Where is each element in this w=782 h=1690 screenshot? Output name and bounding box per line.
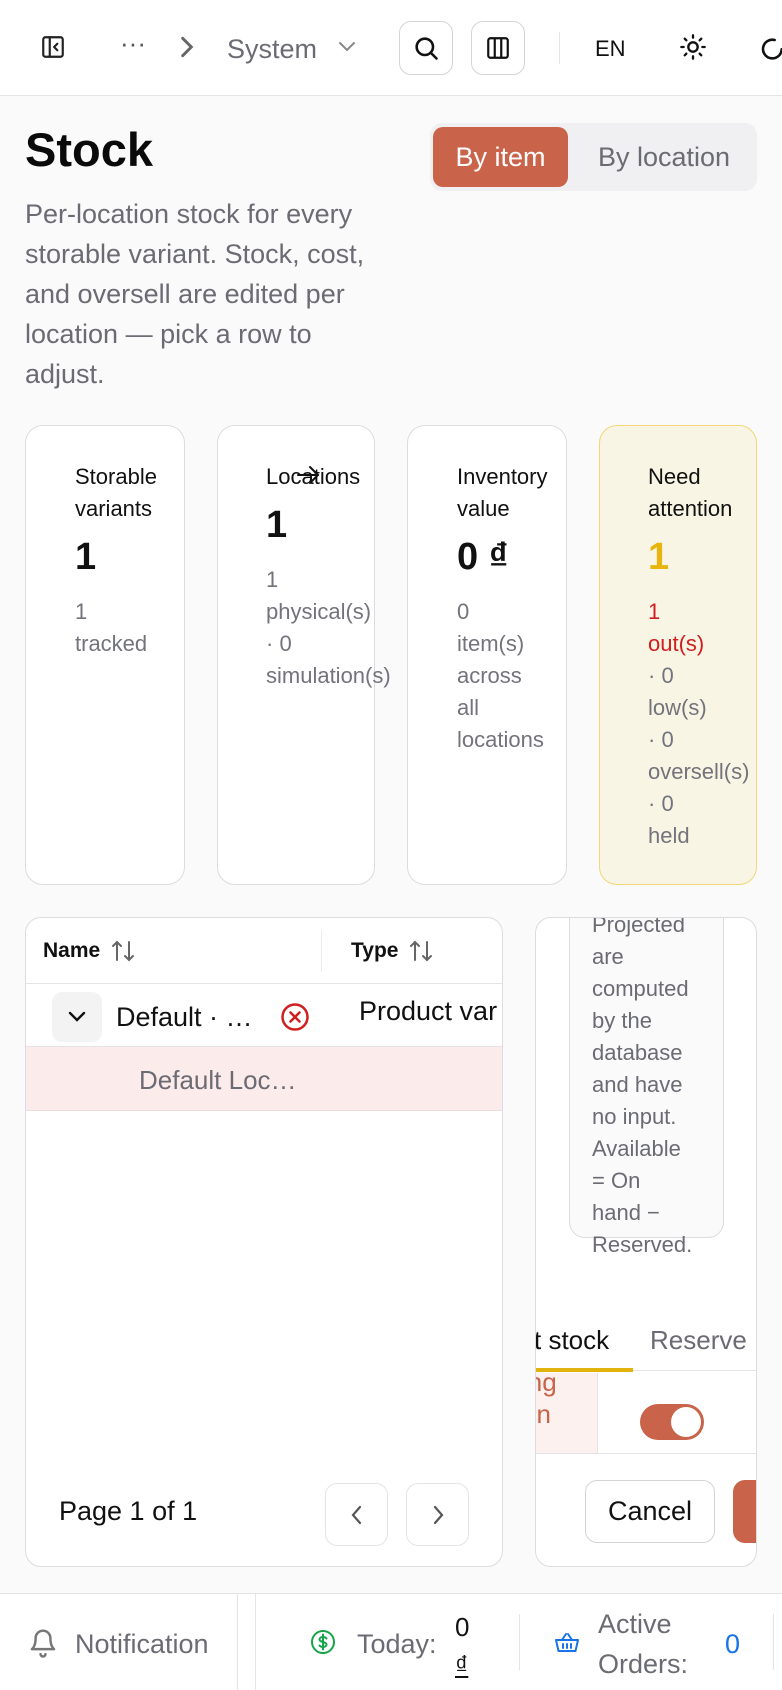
column-divider — [321, 930, 322, 972]
row-name: Default · … — [116, 1002, 253, 1032]
stock-table: Name Type Default · … Product var Defaul… — [25, 917, 503, 1567]
stat-label: Inventory value — [457, 464, 548, 521]
divider — [255, 1594, 256, 1690]
tab-current-stock[interactable]: t stock — [536, 1325, 609, 1356]
active-tab-indicator — [536, 1368, 633, 1372]
sort-icon — [410, 940, 433, 961]
chevron-left-icon — [351, 1505, 361, 1524]
table-row[interactable]: Default · … Product var — [26, 983, 502, 1047]
divider — [237, 1594, 238, 1690]
save-button[interactable] — [733, 1480, 756, 1543]
adjust-stock-panel: Projected are computed by the database and h… — [535, 917, 757, 1567]
stat-card-locations: Locations 1 1 physical(s) · 0 simulation(s) — [217, 425, 391, 885]
next-page-button[interactable] — [406, 1483, 469, 1546]
chevron-down-icon[interactable] — [338, 40, 356, 58]
row-name: Default Loc… — [139, 1065, 297, 1095]
stat-card-need-attention: Need attention 1 1 out(s) · 0 low(s) · 0 ov… — [599, 425, 757, 885]
chevron-right-icon — [433, 1505, 443, 1524]
expand-row-button[interactable] — [52, 992, 102, 1042]
stat-card-inventory-value: Inventory value 0 ₫ 0 item(s) across all loca… — [407, 425, 567, 885]
oversell-toggle[interactable] — [640, 1404, 704, 1440]
page-title: Stock — [25, 123, 153, 176]
chevron-down-icon — [68, 1011, 86, 1022]
stat-label: Need attention — [648, 464, 733, 521]
info-note-text: Projected are computed by the database and h… — [592, 917, 693, 1257]
cancel-button[interactable]: Cancel — [585, 1480, 715, 1543]
chevron-right-icon — [178, 34, 196, 65]
top-bar: ··· System EN — [0, 0, 782, 96]
pagination-label: Page 1 of 1 — [59, 1496, 198, 1526]
page-description: Per-location stock for every storable va… — [25, 199, 365, 389]
info-note: Projected are computed by the database and h… — [569, 918, 724, 1257]
stat-value: 1 — [75, 536, 97, 578]
stat-sub: 0 item(s) across all locations — [457, 599, 544, 752]
divider — [559, 32, 560, 64]
toggle-knob — [671, 1407, 701, 1437]
columns-icon — [487, 37, 509, 59]
view-toggle: By item By location — [430, 123, 757, 191]
active-orders-count[interactable]: 0 — [725, 1629, 740, 1660]
error-icon — [280, 1002, 310, 1037]
tab-reserved[interactable]: Reserve — [650, 1325, 747, 1356]
notification-button[interactable]: Notification — [75, 1629, 209, 1660]
search-button[interactable] — [399, 21, 453, 75]
stat-sub: 1 out(s) · 0 low(s) · 0 oversell(s) · 0 hel… — [648, 599, 750, 848]
sun-icon[interactable] — [679, 33, 707, 66]
by-location-tab[interactable]: By location — [575, 127, 753, 187]
refresh-icon[interactable] — [758, 33, 782, 66]
stat-value: 0 ₫ — [457, 536, 509, 578]
column-header-name[interactable]: Name — [43, 918, 136, 983]
divider — [773, 1614, 774, 1670]
language-selector[interactable]: EN — [595, 36, 626, 62]
stat-sub: 1 physical(s) · 0 simulation(s) — [266, 567, 391, 688]
arrow-right-icon — [296, 463, 322, 492]
active-orders-label: Active Orders: — [598, 1609, 689, 1679]
by-item-tab[interactable]: By item — [433, 127, 568, 187]
dollar-icon — [310, 1629, 336, 1660]
stat-sub: 1 tracked — [75, 599, 148, 656]
sidebar-toggle-icon[interactable] — [36, 30, 70, 64]
stat-value: 1 — [266, 504, 288, 546]
columns-button[interactable] — [471, 21, 525, 75]
breadcrumb-current[interactable]: System — [227, 34, 317, 65]
divider — [536, 1453, 756, 1454]
previous-page-button[interactable] — [325, 1483, 388, 1546]
basket-icon — [554, 1631, 580, 1660]
breadcrumb-ellipsis[interactable]: ··· — [120, 28, 146, 59]
bell-icon[interactable] — [28, 1627, 58, 1664]
warning-cell: ing en — [536, 1373, 598, 1453]
sort-icon — [112, 940, 135, 961]
today-label: Today: — [357, 1629, 437, 1659]
stat-value: 1 — [648, 536, 670, 578]
stat-card-storable-variants: Storable variants 1 1 tracked — [25, 425, 185, 885]
status-bar: Notification Today: 0 ₫ Active Orders: 0 — [0, 1593, 782, 1690]
table-row[interactable]: Default Loc… — [26, 1047, 502, 1111]
divider — [519, 1614, 520, 1670]
today-value: 0 ₫ — [455, 1612, 470, 1680]
stat-label: Storable variants — [75, 464, 157, 521]
column-header-type[interactable]: Type — [351, 918, 434, 983]
stock-tabs: t stock Reserve — [536, 1313, 756, 1371]
row-type: Product var — [359, 996, 498, 1026]
search-icon — [415, 37, 438, 60]
